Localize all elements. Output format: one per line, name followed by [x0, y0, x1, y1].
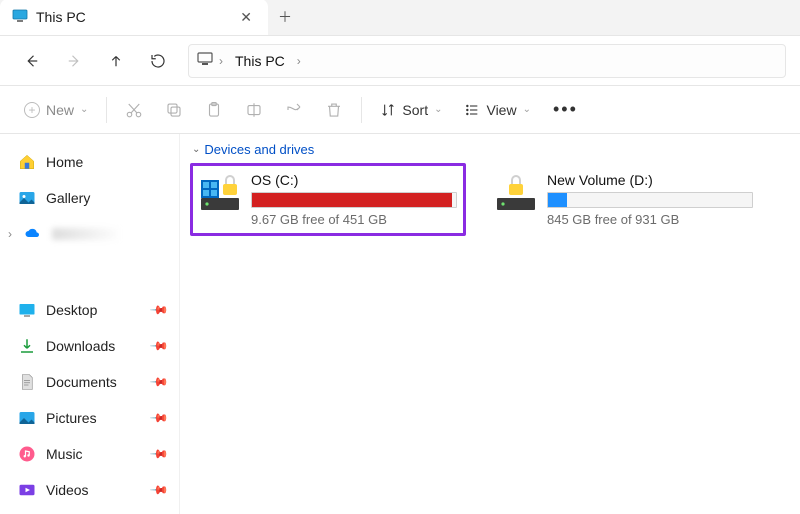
toolbar: + New ⌄ Sort ⌄ View ⌄ •••: [0, 86, 800, 134]
document-icon: [18, 373, 36, 391]
delete-button[interactable]: [315, 92, 353, 128]
back-button[interactable]: [14, 43, 50, 79]
breadcrumb[interactable]: This PC: [229, 49, 291, 73]
sidebar-item-documents[interactable]: Documents 📌: [10, 364, 175, 400]
drive-d[interactable]: New Volume (D:) 845 GB free of 931 GB: [486, 163, 762, 236]
new-label: New: [46, 102, 74, 118]
usage-fill: [252, 193, 452, 207]
copy-button[interactable]: [155, 92, 193, 128]
sidebar-item-onedrive[interactable]: [16, 216, 175, 252]
refresh-button[interactable]: [140, 43, 176, 79]
drive-icon: [199, 172, 241, 214]
monitor-icon: [197, 51, 213, 70]
gallery-icon: [18, 189, 36, 207]
cut-button[interactable]: [115, 92, 153, 128]
usage-fill: [548, 193, 567, 207]
sidebar-item-downloads[interactable]: Downloads 📌: [10, 328, 175, 364]
view-icon: [464, 102, 480, 118]
share-button[interactable]: [275, 92, 313, 128]
address-bar[interactable]: › This PC ›: [188, 44, 786, 78]
pin-icon: 📌: [149, 336, 169, 356]
group-header[interactable]: ⌄ Devices and drives: [190, 140, 790, 163]
drive-free-text: 845 GB free of 931 GB: [547, 212, 753, 227]
sidebar-item-label: [52, 228, 122, 240]
chevron-down-icon: ⌄: [434, 104, 442, 115]
view-label: View: [486, 102, 516, 118]
sidebar-item-gallery[interactable]: Gallery: [10, 180, 175, 216]
chevron-down-icon: ⌄: [523, 104, 531, 115]
sidebar-item-music[interactable]: Music 📌: [10, 436, 175, 472]
drive-label: New Volume (D:): [547, 172, 753, 188]
drive-free-text: 9.67 GB free of 451 GB: [251, 212, 457, 227]
pictures-icon: [18, 409, 36, 427]
paste-button[interactable]: [195, 92, 233, 128]
close-icon[interactable]: ✕: [236, 8, 256, 26]
separator: [361, 97, 362, 123]
drive-list: OS (C:) 9.67 GB free of 451 GB New Volum…: [190, 163, 790, 236]
plus-circle-icon: +: [24, 102, 40, 118]
drive-icon: [495, 172, 537, 214]
monitor-icon: [12, 8, 28, 27]
music-icon: [18, 445, 36, 463]
sidebar-item-label: Videos: [46, 482, 89, 498]
sidebar-item-pictures[interactable]: Pictures 📌: [10, 400, 175, 436]
sidebar-item-label: Desktop: [46, 302, 97, 318]
pin-icon: 📌: [149, 300, 169, 320]
sort-button[interactable]: Sort ⌄: [370, 92, 452, 128]
sort-icon: [380, 102, 396, 118]
new-tab-button[interactable]: ＋: [268, 0, 302, 35]
more-button[interactable]: •••: [543, 92, 588, 128]
nav-row: › This PC ›: [0, 36, 800, 86]
rename-button[interactable]: [235, 92, 273, 128]
download-icon: [18, 337, 36, 355]
cloud-icon: [24, 225, 42, 243]
pin-icon: 📌: [149, 408, 169, 428]
sidebar-item-label: Pictures: [46, 410, 97, 426]
sort-label: Sort: [402, 102, 428, 118]
up-button[interactable]: [98, 43, 134, 79]
body: Home Gallery Desktop 📌 Downloads 📌 Docum…: [0, 134, 800, 514]
chevron-down-icon: ⌄: [80, 104, 88, 115]
chevron-right-icon[interactable]: ›: [297, 54, 301, 68]
home-icon: [18, 153, 36, 171]
sidebar-item-label: Downloads: [46, 338, 115, 354]
desktop-icon: [18, 301, 36, 319]
usage-bar: [547, 192, 753, 208]
sidebar-item-videos[interactable]: Videos 📌: [10, 472, 175, 508]
sidebar-item-home[interactable]: Home: [10, 144, 175, 180]
separator: [106, 97, 107, 123]
new-button[interactable]: + New ⌄: [14, 92, 98, 128]
usage-bar: [251, 192, 457, 208]
pin-icon: 📌: [149, 372, 169, 392]
drive-c[interactable]: OS (C:) 9.67 GB free of 451 GB: [190, 163, 466, 236]
group-title: Devices and drives: [204, 142, 314, 157]
sidebar-item-label: Gallery: [46, 190, 90, 206]
videos-icon: [18, 481, 36, 499]
sidebar-item-desktop[interactable]: Desktop 📌: [10, 292, 175, 328]
chevron-right-icon[interactable]: ›: [219, 54, 223, 68]
pin-icon: 📌: [149, 444, 169, 464]
drive-label: OS (C:): [251, 172, 457, 188]
chevron-down-icon: ⌄: [192, 144, 200, 155]
view-button[interactable]: View ⌄: [454, 92, 540, 128]
main-content: ⌄ Devices and drives OS (C:): [180, 134, 800, 514]
plus-icon: ＋: [278, 7, 292, 27]
pin-icon: 📌: [149, 480, 169, 500]
sidebar-item-label: Documents: [46, 374, 117, 390]
sidebar-item-label: Home: [46, 154, 83, 170]
ellipsis-icon: •••: [553, 99, 578, 120]
tab-bar: This PC ✕ ＋: [0, 0, 800, 36]
tab-title: This PC: [36, 9, 228, 25]
forward-button[interactable]: [56, 43, 92, 79]
tab-this-pc[interactable]: This PC ✕: [0, 0, 268, 35]
sidebar: Home Gallery Desktop 📌 Downloads 📌 Docum…: [0, 134, 180, 514]
sidebar-item-label: Music: [46, 446, 83, 462]
